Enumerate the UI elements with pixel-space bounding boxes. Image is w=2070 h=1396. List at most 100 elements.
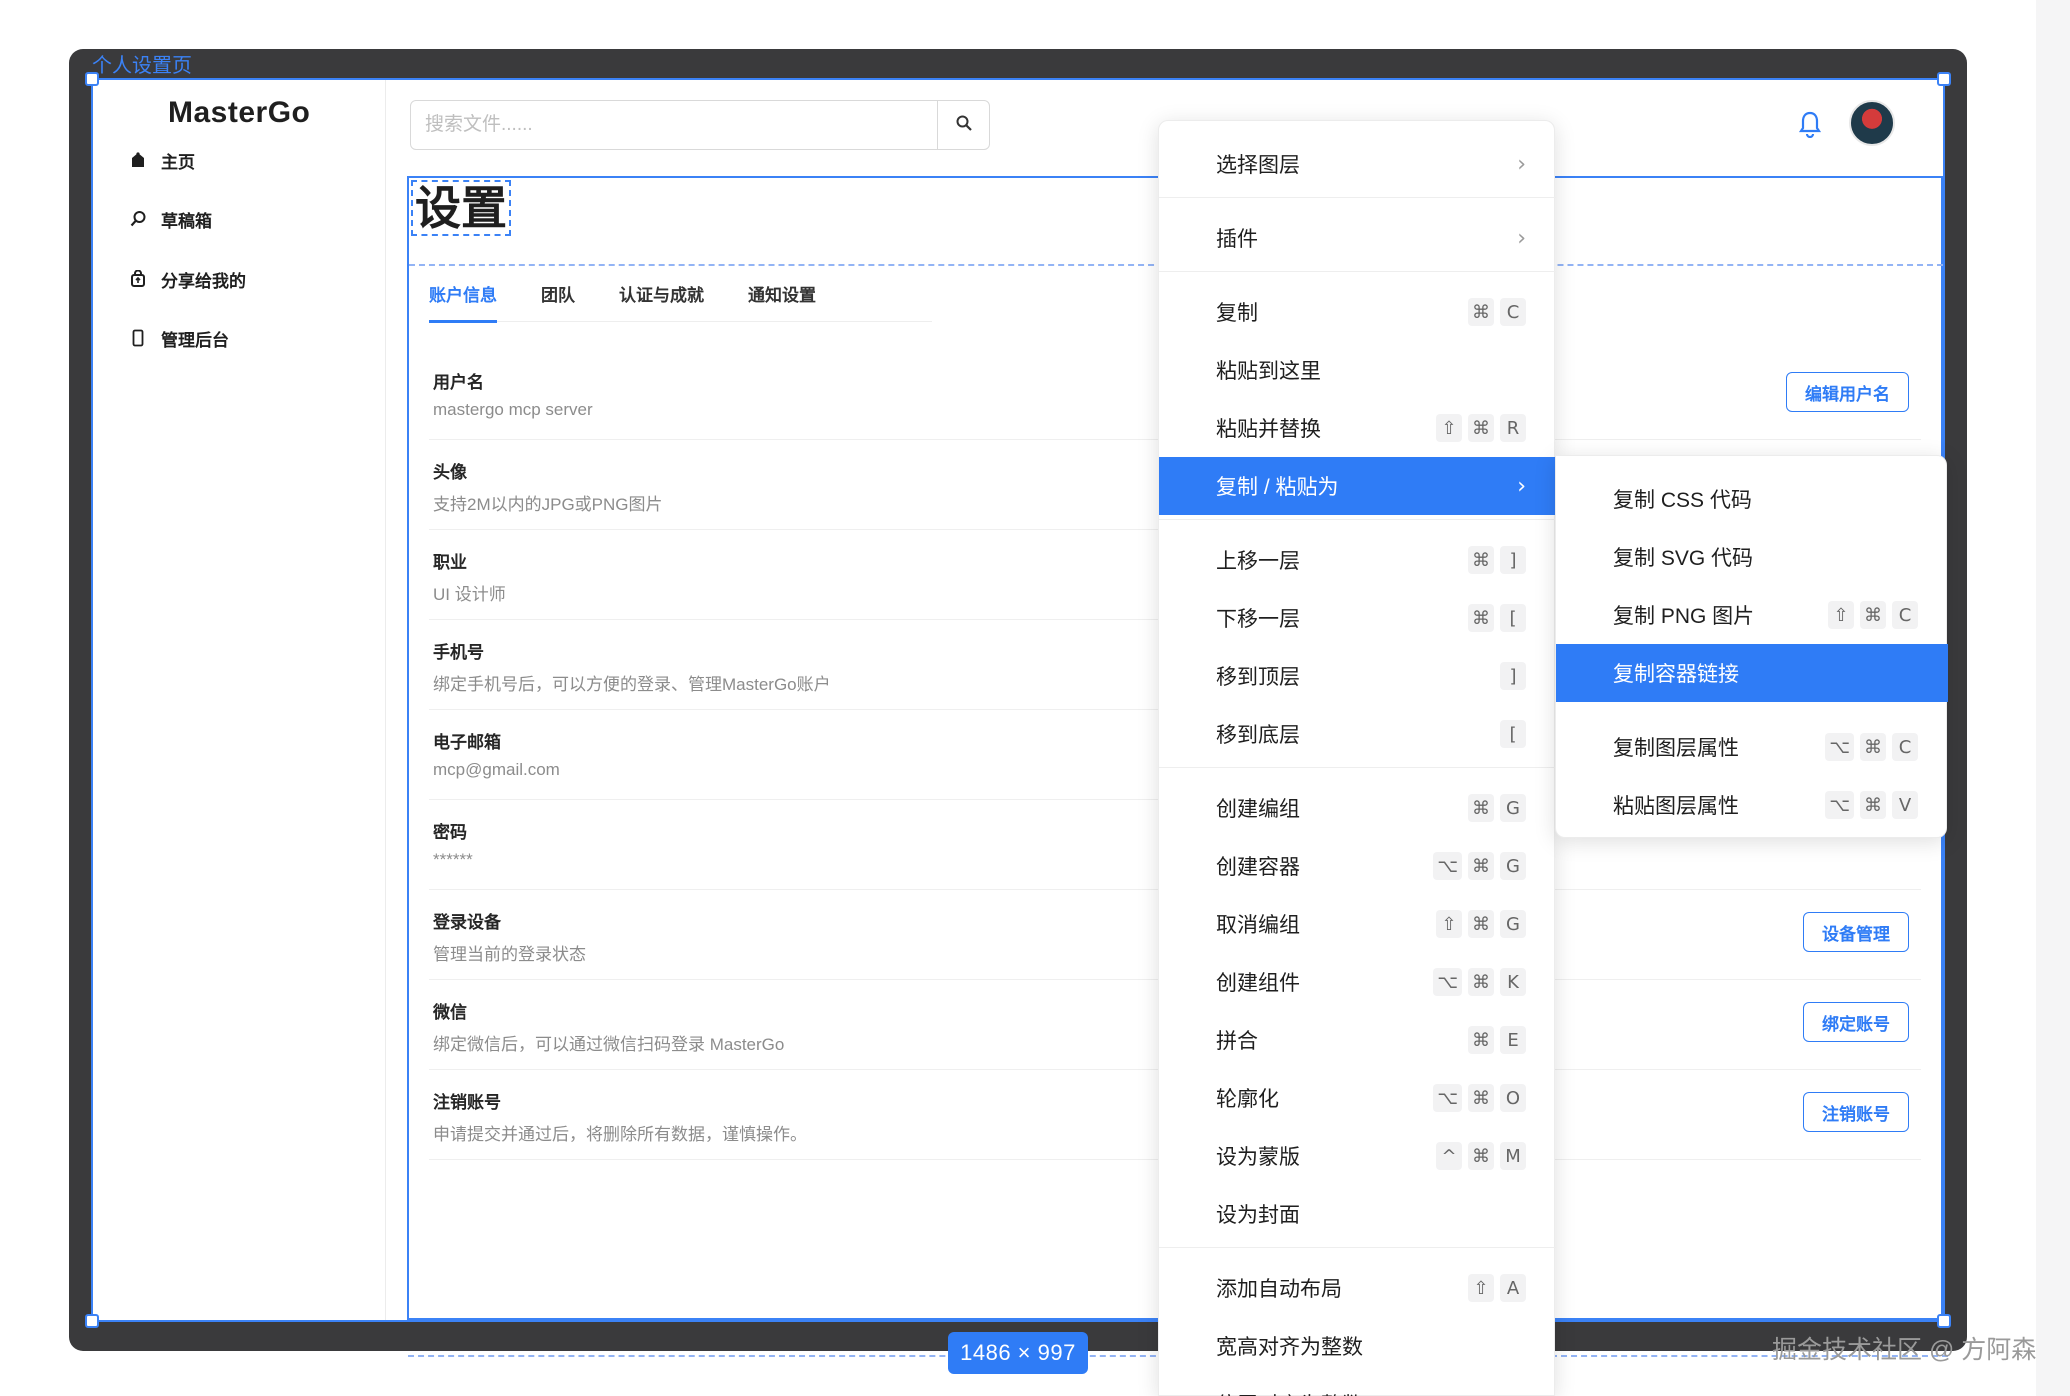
shortcut-key: ⌥: [1433, 1084, 1462, 1112]
shortcut-key: ⇧: [1468, 1274, 1494, 1302]
shortcut-key: ⌥: [1433, 968, 1462, 996]
submenu-item-copy-png[interactable]: 复制 PNG 图片 ⇧ ⌘ C: [1556, 586, 1948, 644]
submenu-item-copy-container-link[interactable]: 复制容器链接: [1556, 644, 1948, 702]
bell-icon[interactable]: [1798, 110, 1822, 143]
tab-certification[interactable]: 认证与成就: [619, 276, 704, 322]
row-value: UI 设计师: [433, 585, 506, 604]
row-value: 绑定微信后，可以通过微信扫码登录 MasterGo: [433, 1035, 785, 1054]
menu-item-copy[interactable]: 复制 ⌘ C: [1159, 283, 1556, 341]
delete-account-button[interactable]: 注销账号: [1803, 1092, 1909, 1132]
sidebar-item-admin[interactable]: 管理后台: [127, 323, 229, 353]
resize-handle-bottom-left[interactable]: [85, 1314, 99, 1328]
shortcut-key: ]: [1500, 546, 1526, 574]
menu-item-create-container[interactable]: 创建容器 ⌥ ⌘ G: [1159, 837, 1556, 895]
sidebar-item-label: 管理后台: [161, 330, 229, 350]
menu-item-round-size[interactable]: 宽高对齐为整数: [1159, 1317, 1556, 1375]
shortcut-keys: ⇧ ⌘ C: [1828, 601, 1918, 629]
menu-item-plugins[interactable]: 插件 ›: [1159, 209, 1556, 267]
row-value: 支持2M以内的JPG或PNG图片: [433, 495, 663, 514]
shortcut-key: ⌘: [1468, 910, 1494, 938]
shortcut-key: ⌘: [1860, 791, 1886, 819]
bind-account-button[interactable]: 绑定账号: [1803, 1002, 1909, 1042]
menu-item-send-backward[interactable]: 下移一层 ⌘[: [1159, 589, 1556, 647]
shortcut-key: ⇧: [1436, 910, 1462, 938]
menu-item-copy-paste-as[interactable]: 复制 / 粘贴为 ›: [1159, 457, 1556, 515]
menu-separator: [1159, 767, 1556, 768]
shortcut-keys: [: [1500, 720, 1526, 748]
row-value: mastergo mcp server: [433, 400, 593, 419]
shortcut-key: C: [1892, 733, 1918, 761]
resize-handle-top-right[interactable]: [1937, 72, 1951, 86]
menu-item-select-layer[interactable]: 选择图层 ›: [1159, 135, 1556, 193]
phone-icon: [127, 329, 149, 347]
menu-item-label: 粘贴到这里: [1216, 360, 1321, 383]
device-management-button[interactable]: 设备管理: [1803, 912, 1909, 952]
shortcut-keys: ⌥ ⌘ K: [1433, 968, 1526, 996]
frame-title[interactable]: 个人设置页: [92, 49, 192, 78]
menu-item-create-component[interactable]: 创建组件 ⌥ ⌘ K: [1159, 953, 1556, 1011]
menu-item-label: 添加自动布局: [1216, 1278, 1342, 1301]
avatar[interactable]: [1849, 100, 1895, 146]
menu-item-bring-forward[interactable]: 上移一层 ⌘]: [1159, 531, 1556, 589]
menu-item-set-mask[interactable]: 设为蒙版 ^ ⌘ M: [1159, 1127, 1556, 1185]
tab-account-info[interactable]: 账户信息: [429, 276, 497, 323]
menu-item-add-auto-layout[interactable]: 添加自动布局 ⇧ A: [1159, 1259, 1556, 1317]
menu-item-outline[interactable]: 轮廓化 ⌥ ⌘ O: [1159, 1069, 1556, 1127]
menu-item-label: 宽高对齐为整数: [1216, 1336, 1363, 1359]
resize-handle-bottom-right[interactable]: [1937, 1314, 1951, 1328]
watermark: 掘金技术社区 @ 方阿森: [1772, 1336, 2037, 1364]
menu-item-paste-replace[interactable]: 粘贴并替换 ⇧ ⌘ R: [1159, 399, 1556, 457]
menu-item-paste-here[interactable]: 粘贴到这里: [1159, 341, 1556, 399]
row-label: 职业: [433, 553, 467, 572]
sidebar-item-label: 草稿箱: [161, 211, 212, 231]
shortcut-keys: ]: [1500, 662, 1526, 690]
row-value: mcp@gmail.com: [433, 760, 560, 779]
row-label: 手机号: [433, 643, 484, 662]
edit-username-button[interactable]: 编辑用户名: [1786, 372, 1909, 412]
menu-item-label: 插件: [1216, 228, 1258, 251]
row-label: 注销账号: [433, 1093, 501, 1112]
submenu-item-copy-svg[interactable]: 复制 SVG 代码: [1556, 528, 1948, 586]
search-input[interactable]: [411, 101, 937, 149]
shortcut-key: ^: [1436, 1142, 1462, 1170]
tab-team[interactable]: 团队: [541, 276, 575, 322]
menu-item-set-cover[interactable]: 设为封面: [1159, 1185, 1556, 1243]
menu-item-ungroup[interactable]: 取消编组 ⇧ ⌘ G: [1159, 895, 1556, 953]
tab-notifications[interactable]: 通知设置: [748, 276, 816, 322]
menu-item-label: 下移一层: [1216, 608, 1300, 631]
menu-item-round-position[interactable]: 位置对齐为整数: [1159, 1375, 1556, 1396]
menu-item-label: 复制 / 粘贴为: [1216, 476, 1339, 499]
shortcut-key: ⌘: [1468, 1142, 1494, 1170]
sidebar: MasterGo 主页 草稿箱 分享给我的 管理后台: [93, 80, 386, 1320]
menu-item-flatten[interactable]: 拼合 ⌘ E: [1159, 1011, 1556, 1069]
shortcut-keys: ⇧ ⌘ R: [1436, 414, 1526, 442]
menu-item-send-to-back[interactable]: 移到底层 [: [1159, 705, 1556, 763]
shortcut-key: C: [1892, 601, 1918, 629]
context-menu: 选择图层 › 插件 › 复制 ⌘ C 粘贴到这里 粘贴并替换 ⇧ ⌘ R 复制 / 粘贴为 › 上移一层 ⌘]…: [1158, 120, 1556, 1396]
row-label: 密码: [433, 823, 467, 842]
row-value: 申请提交并通过后，将删除所有数据，谨慎操作。: [433, 1125, 807, 1144]
menu-item-group[interactable]: 创建编组 ⌘ G: [1159, 779, 1556, 837]
row-label: 微信: [433, 1003, 467, 1022]
shortcut-key: ⇧: [1828, 601, 1854, 629]
menu-item-label: 上移一层: [1216, 550, 1300, 573]
submenu-item-copy-css[interactable]: 复制 CSS 代码: [1556, 470, 1948, 528]
page-title[interactable]: 设置: [411, 180, 511, 236]
sidebar-item-label: 分享给我的: [161, 271, 246, 291]
submenu-item-copy-layer-props[interactable]: 复制图层属性 ⌥ ⌘ C: [1556, 718, 1948, 776]
shortcut-key: R: [1500, 414, 1526, 442]
resize-handle-top-left[interactable]: [85, 72, 99, 86]
menu-separator: [1159, 271, 1556, 272]
home-icon: [127, 151, 149, 169]
sidebar-item-drafts[interactable]: 草稿箱: [127, 204, 212, 234]
shortcut-key: O: [1500, 1084, 1526, 1112]
shortcut-key: ⇧: [1436, 414, 1462, 442]
menu-item-label: 复制容器链接: [1613, 663, 1739, 686]
menu-item-bring-to-front[interactable]: 移到顶层]: [1159, 647, 1556, 705]
submenu-item-paste-layer-props[interactable]: 粘贴图层属性 ⌥ ⌘ V: [1556, 776, 1948, 834]
sidebar-item-shared[interactable]: 分享给我的: [127, 264, 246, 294]
menu-item-label: 复制: [1216, 302, 1258, 325]
menu-item-label: 移到底层: [1216, 724, 1300, 747]
sidebar-item-home[interactable]: 主页: [127, 145, 195, 175]
search-button[interactable]: [937, 101, 989, 149]
